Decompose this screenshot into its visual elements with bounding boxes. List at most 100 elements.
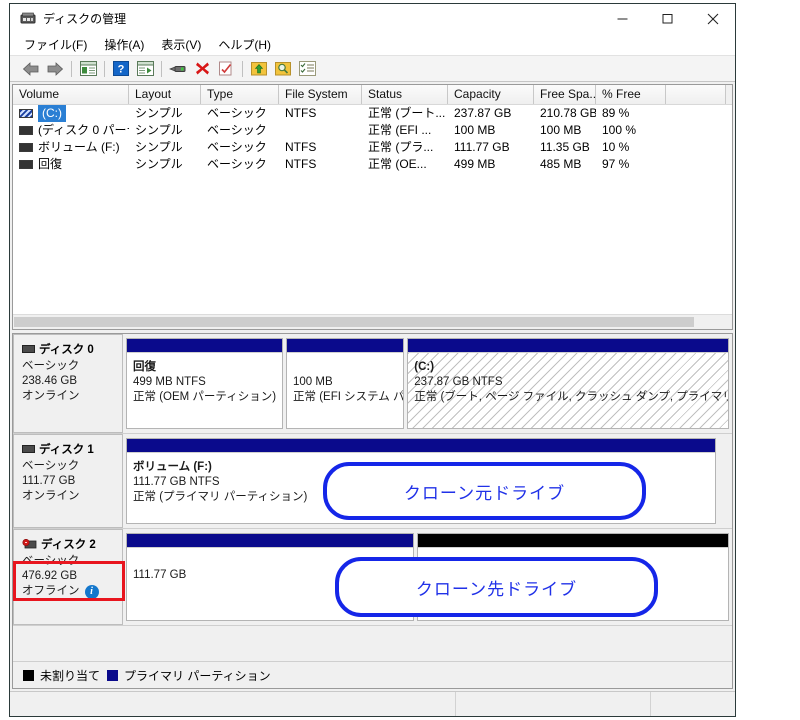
partition-label: (C:)	[414, 361, 435, 373]
list-view-icon[interactable]	[296, 58, 318, 79]
info-icon[interactable]: i	[84, 584, 99, 599]
column-header-file-system[interactable]: File System	[279, 85, 362, 104]
status-cell: 正常 (プラ...	[368, 140, 434, 154]
volume-list-header: Volume Layout Type File System Status Ca…	[13, 85, 732, 105]
table-row[interactable]: 回復 シンプル ベーシック NTFS 正常 (OE... 499 MB 485 …	[13, 156, 732, 173]
column-header-capacity[interactable]: Capacity	[448, 85, 534, 104]
close-icon[interactable]	[690, 4, 735, 33]
volume-cell: (ディスク 0 パーティシ...	[13, 122, 129, 139]
forward-icon[interactable]	[44, 58, 66, 79]
percent-free-cell: 10 %	[602, 140, 630, 154]
show-hide-console-tree-icon[interactable]	[77, 58, 99, 79]
source-drive-callout: クローン元ドライブ	[323, 462, 646, 520]
column-header-type[interactable]: Type	[201, 85, 279, 104]
column-header-spacer[interactable]	[666, 85, 726, 104]
free-space-cell: 11.35 GB	[540, 140, 590, 154]
maximize-icon[interactable]	[645, 4, 690, 33]
disk-state-row: オフライン i	[22, 584, 122, 599]
volume-plain-icon	[19, 160, 33, 169]
partition-label: 回復	[133, 361, 156, 373]
window-title: ディスクの管理	[43, 12, 127, 26]
disk-info-1: ディスク 1 ベーシック 111.77 GB オンライン	[13, 434, 123, 528]
volume-list-pane: Volume Layout Type File System Status Ca…	[12, 84, 733, 330]
partition-color-bar	[408, 339, 728, 352]
new-volume-icon[interactable]	[248, 58, 270, 79]
content-area: Volume Layout Type File System Status Ca…	[10, 82, 735, 691]
table-row[interactable]: ボリューム (F:) シンプル ベーシック NTFS 正常 (プラ... 111…	[13, 139, 732, 156]
volume-plain-icon	[19, 143, 33, 152]
search-icon[interactable]	[272, 58, 294, 79]
column-header-volume[interactable]: Volume	[13, 85, 129, 104]
help-icon[interactable]: ?	[110, 58, 132, 79]
show-action-pane-icon[interactable]	[134, 58, 156, 79]
properties-icon[interactable]	[167, 58, 189, 79]
scrollbar-thumb[interactable]	[14, 317, 694, 327]
volume-label: 回復	[38, 157, 63, 171]
partition-c-drive[interactable]: (C:) 237.87 GB NTFS 正常 (ブート, ページ ファイル, ク…	[407, 338, 729, 429]
disk-type: ベーシック	[22, 555, 80, 567]
back-icon[interactable]	[20, 58, 42, 79]
capacity-cell: 111.77 GB	[454, 140, 510, 154]
disk-icon	[22, 445, 35, 453]
disk-row-1[interactable]: ディスク 1 ベーシック 111.77 GB オンライン ボリューム (F:) …	[13, 434, 732, 529]
disk-info-2: ディスク 2 ベーシック 476.92 GB オフライン i	[13, 529, 125, 625]
menu-bar: ファイル(F) 操作(A) 表示(V) ヘルプ(H)	[10, 33, 735, 56]
volume-label: (C:)	[38, 105, 66, 122]
percent-free-cell: 89 %	[602, 106, 630, 120]
toolbar-separator	[161, 60, 162, 77]
percent-free-cell: 100 %	[602, 123, 637, 137]
menu-action[interactable]: 操作(A)	[104, 36, 144, 53]
column-header-percent-free[interactable]: % Free	[596, 85, 666, 104]
column-header-status[interactable]: Status	[362, 85, 448, 104]
disk-offline-icon	[22, 538, 37, 550]
file-system-cell: NTFS	[285, 140, 317, 154]
free-space-cell: 210.78 GB	[540, 106, 596, 120]
toolbar-separator	[242, 60, 243, 77]
menu-file-label: ファイル(F)	[24, 37, 88, 52]
menu-help[interactable]: ヘルプ(H)	[218, 36, 271, 53]
partition-recovery[interactable]: 回復 499 MB NTFS 正常 (OEM パーティション)	[126, 338, 284, 429]
disk-capacity: 238.46 GB	[22, 375, 77, 387]
menu-view[interactable]: 表示(V)	[161, 36, 201, 53]
partition-color-bar	[287, 339, 404, 352]
svg-text:?: ?	[118, 64, 125, 76]
disk-title-0: ディスク 0	[22, 341, 122, 357]
type-cell: ベーシック	[207, 140, 267, 154]
capacity-cell: 100 MB	[454, 123, 496, 137]
menu-action-label: 操作(A)	[104, 37, 145, 52]
disk-capacity: 476.92 GB	[22, 570, 77, 582]
disk-management-icon	[20, 11, 36, 27]
window-controls	[600, 4, 735, 33]
disk-name: ディスク 1	[39, 444, 94, 456]
partition-status: 正常 (ブート, ページ ファイル, クラッシュ ダンプ, プライマリ パーティ…	[414, 391, 728, 403]
status-cell-3	[651, 692, 735, 716]
type-cell: ベーシック	[207, 123, 267, 137]
volume-hatched-icon	[19, 109, 33, 118]
partition-body: 回復 499 MB NTFS 正常 (OEM パーティション)	[127, 352, 283, 428]
column-header-free-space[interactable]: Free Spa...	[534, 85, 596, 104]
percent-free-cell: 97 %	[602, 157, 630, 171]
status-cell-2	[456, 692, 651, 716]
layout-cell: シンプル	[135, 123, 183, 137]
disk-row-2[interactable]: ディスク 2 ベーシック 476.92 GB オフライン i 111.77 GB	[13, 529, 732, 626]
legend: 未割り当て プライマリ パーティション	[13, 661, 732, 688]
column-header-layout[interactable]: Layout	[129, 85, 201, 104]
rescan-disks-icon[interactable]	[215, 58, 237, 79]
volume-cell: 回復	[13, 156, 129, 173]
menu-file[interactable]: ファイル(F)	[24, 36, 87, 53]
partition-body: 100 MB 正常 (EFI システム パー	[287, 352, 404, 428]
disk-state: オンライン	[22, 390, 80, 402]
disk-row-0[interactable]: ディスク 0 ベーシック 238.46 GB オンライン 回復 499 MB N…	[13, 334, 732, 434]
table-row[interactable]: (C:) シンプル ベーシック NTFS 正常 (ブート... 237.87 G…	[13, 105, 732, 122]
layout-cell: シンプル	[135, 157, 183, 171]
partition-status: 正常 (OEM パーティション)	[133, 391, 277, 403]
volume-list-horizontal-scrollbar[interactable]	[13, 314, 732, 329]
capacity-cell: 499 MB	[454, 157, 496, 171]
table-row[interactable]: (ディスク 0 パーティシ... シンプル ベーシック 正常 (EFI ... …	[13, 122, 732, 139]
partition-efi[interactable]: 100 MB 正常 (EFI システム パー	[286, 338, 405, 429]
delete-icon[interactable]	[191, 58, 213, 79]
partition-color-bar	[127, 439, 715, 452]
minimize-icon[interactable]	[600, 4, 645, 33]
legend-item-primary-partition: プライマリ パーティション	[107, 667, 271, 684]
partition-color-bar	[127, 339, 283, 352]
